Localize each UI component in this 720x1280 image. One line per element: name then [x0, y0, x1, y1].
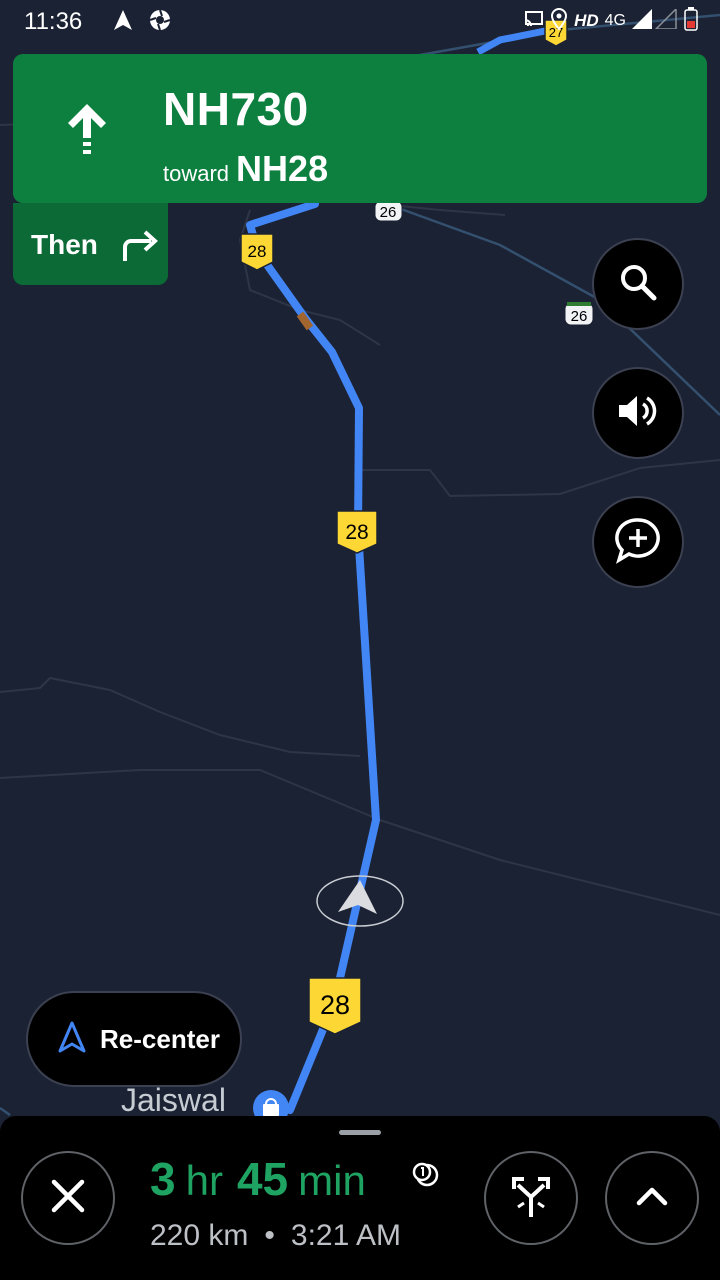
- turn-right-icon: [121, 229, 161, 268]
- status-time: 11:36: [24, 8, 83, 35]
- hd-label: HD: [574, 11, 599, 30]
- sheet-drag-handle[interactable]: [339, 1130, 381, 1135]
- route-shield-label: 26: [380, 204, 397, 221]
- toward-road: NH28: [236, 148, 329, 189]
- route-shield: 28: [308, 977, 362, 1035]
- route-shield-label: 28: [345, 521, 368, 544]
- poi-label[interactable]: Jaiswal: [121, 1082, 226, 1119]
- eta-minutes: 45: [236, 1153, 289, 1205]
- trip-details: 220 km • 3:21 AM: [150, 1219, 401, 1253]
- toll-alert-icon[interactable]: [412, 1160, 440, 1193]
- network-label: 4G: [604, 12, 626, 29]
- exit-navigation-button[interactable]: [21, 1151, 115, 1245]
- volume-button[interactable]: [592, 367, 684, 459]
- eta-hours-unit: hr: [185, 1157, 223, 1204]
- navigation-arrow-icon: [58, 1021, 86, 1058]
- cast-icon: [524, 10, 544, 33]
- route-shield-label: 26: [571, 308, 588, 325]
- eta-duration: 3 hr 45 min: [150, 1152, 366, 1206]
- signal-icon: [632, 6, 678, 34]
- chevron-up-icon: [635, 1185, 669, 1212]
- expand-sheet-button[interactable]: [605, 1151, 699, 1245]
- route-shield-label: 28: [320, 990, 350, 1020]
- recenter-button[interactable]: Re-center: [26, 991, 242, 1087]
- camera-aperture-icon: [148, 8, 172, 37]
- then-label: Then: [31, 229, 98, 260]
- route-shield: 28: [240, 233, 274, 271]
- route-shield-label: 28: [248, 242, 267, 261]
- alternate-routes-button[interactable]: [484, 1151, 578, 1245]
- straight-arrow-icon: [62, 100, 112, 165]
- volume-icon: [615, 391, 661, 436]
- trip-bottom-sheet[interactable]: 3 hr 45 min 220 km • 3:21 AM: [0, 1116, 720, 1280]
- status-icons: HD 4G: [524, 6, 698, 36]
- route-shield: 28: [336, 510, 378, 554]
- route-shield: 26: [564, 302, 594, 326]
- add-report-icon: [613, 516, 663, 569]
- then-maneuver-card[interactable]: Then: [13, 203, 168, 285]
- navigation-banner[interactable]: [13, 54, 707, 203]
- eta-hours: 3: [150, 1153, 176, 1205]
- trip-separator: •: [264, 1219, 275, 1252]
- route-shield: 26: [374, 200, 403, 222]
- close-icon: [50, 1178, 86, 1219]
- status-bar: 11:36 HD 4G: [0, 0, 720, 44]
- location-pin-icon: [550, 7, 568, 35]
- toward-line: toward NH28: [163, 148, 328, 190]
- fork-route-icon: [508, 1173, 554, 1224]
- add-report-button[interactable]: [592, 496, 684, 588]
- next-road-name: NH730: [163, 83, 309, 135]
- arrival-time: 3:21 AM: [290, 1219, 401, 1252]
- trip-distance: 220 km: [150, 1219, 249, 1252]
- navigation-icon: [111, 8, 135, 37]
- search-icon: [616, 260, 660, 309]
- recenter-label: Re-center: [100, 1023, 220, 1054]
- battery-icon: [684, 6, 698, 36]
- eta-minutes-unit: min: [298, 1157, 366, 1204]
- toward-label: toward: [163, 161, 230, 186]
- search-button[interactable]: [592, 238, 684, 330]
